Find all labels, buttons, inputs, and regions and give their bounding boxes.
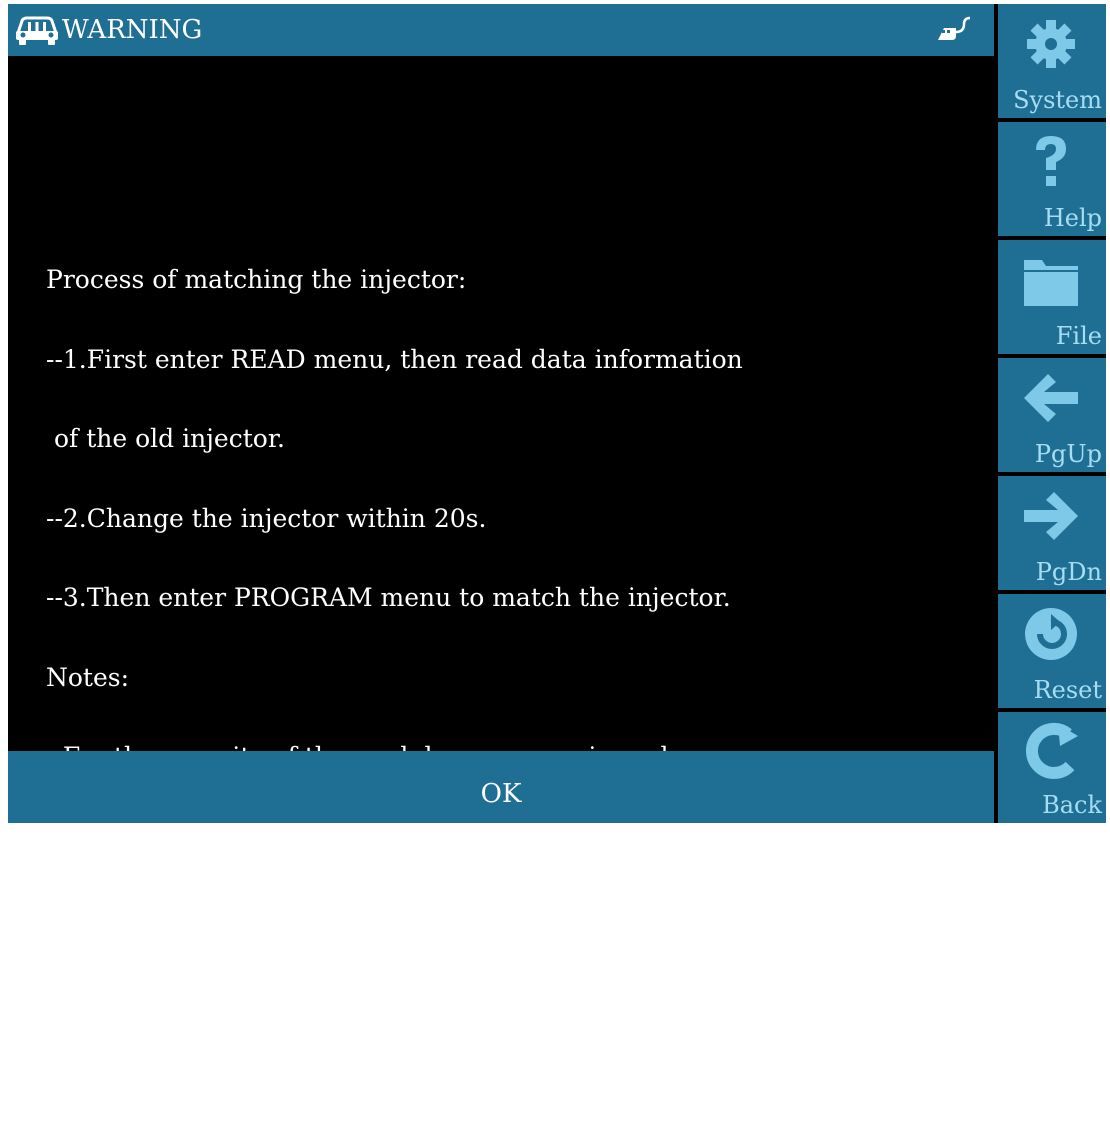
obd-connector-icon — [934, 14, 974, 46]
gear-icon — [1018, 14, 1084, 78]
back-icon — [1018, 722, 1084, 786]
sidebar: System Help File PgUp PgDn Reset Back — [998, 4, 1106, 823]
message-line: er power connected. — [46, 901, 307, 930]
system-button[interactable]: System — [998, 4, 1106, 118]
title-bar: WARNING — [8, 4, 994, 56]
back-button[interactable]: Back — [998, 712, 1106, 823]
message-line: connect it with an additoinal power to k… — [46, 821, 730, 851]
message-line: of the old injector. — [46, 424, 285, 453]
file-button-label: File — [1055, 322, 1102, 350]
arrow-left-icon — [1018, 368, 1084, 432]
message-line: --1.First enter READ menu, then read dat… — [46, 344, 743, 374]
back-button-label: Back — [1042, 791, 1102, 819]
help-button-label: Help — [1043, 204, 1102, 232]
help-button[interactable]: Help — [998, 122, 1106, 236]
page-down-button[interactable]: PgDn — [998, 476, 1106, 590]
folder-icon — [1018, 250, 1084, 314]
file-button[interactable]: File — [998, 240, 1106, 354]
message-line: Notes: — [46, 662, 130, 692]
system-button-label: System — [1013, 86, 1102, 114]
warning-message: Process of matching the injector: --1.Fi… — [46, 214, 976, 1142]
device-frame: WARNING Process of matching the injector… — [8, 4, 1106, 1088]
car-icon — [12, 10, 62, 50]
message-line: --Injector Correction Factors be careful… — [46, 980, 705, 1010]
main-screen: WARNING Process of matching the injector… — [8, 4, 994, 1088]
ok-button-label: OK — [480, 779, 522, 809]
page-up-button-label: PgUp — [1034, 440, 1102, 468]
reset-button-label: Reset — [1033, 676, 1102, 704]
page-down-button-label: PgDn — [1035, 558, 1102, 586]
message-line: wheather the new Injector is changed. — [46, 1060, 536, 1089]
question-icon — [1018, 132, 1084, 196]
page-title: WARNING — [62, 15, 203, 45]
page-up-button[interactable]: PgUp — [998, 358, 1106, 472]
ok-button[interactable]: OK — [8, 751, 994, 823]
arrow-right-icon — [1018, 486, 1084, 550]
message-line: --2.Change the injector within 20s. — [46, 503, 487, 533]
message-line: --3.Then enter PROGRAM menu to match the… — [46, 583, 731, 612]
reset-button[interactable]: Reset — [998, 594, 1106, 708]
message-line: Process of matching the injector: — [46, 265, 467, 294]
reset-icon — [1018, 604, 1084, 668]
